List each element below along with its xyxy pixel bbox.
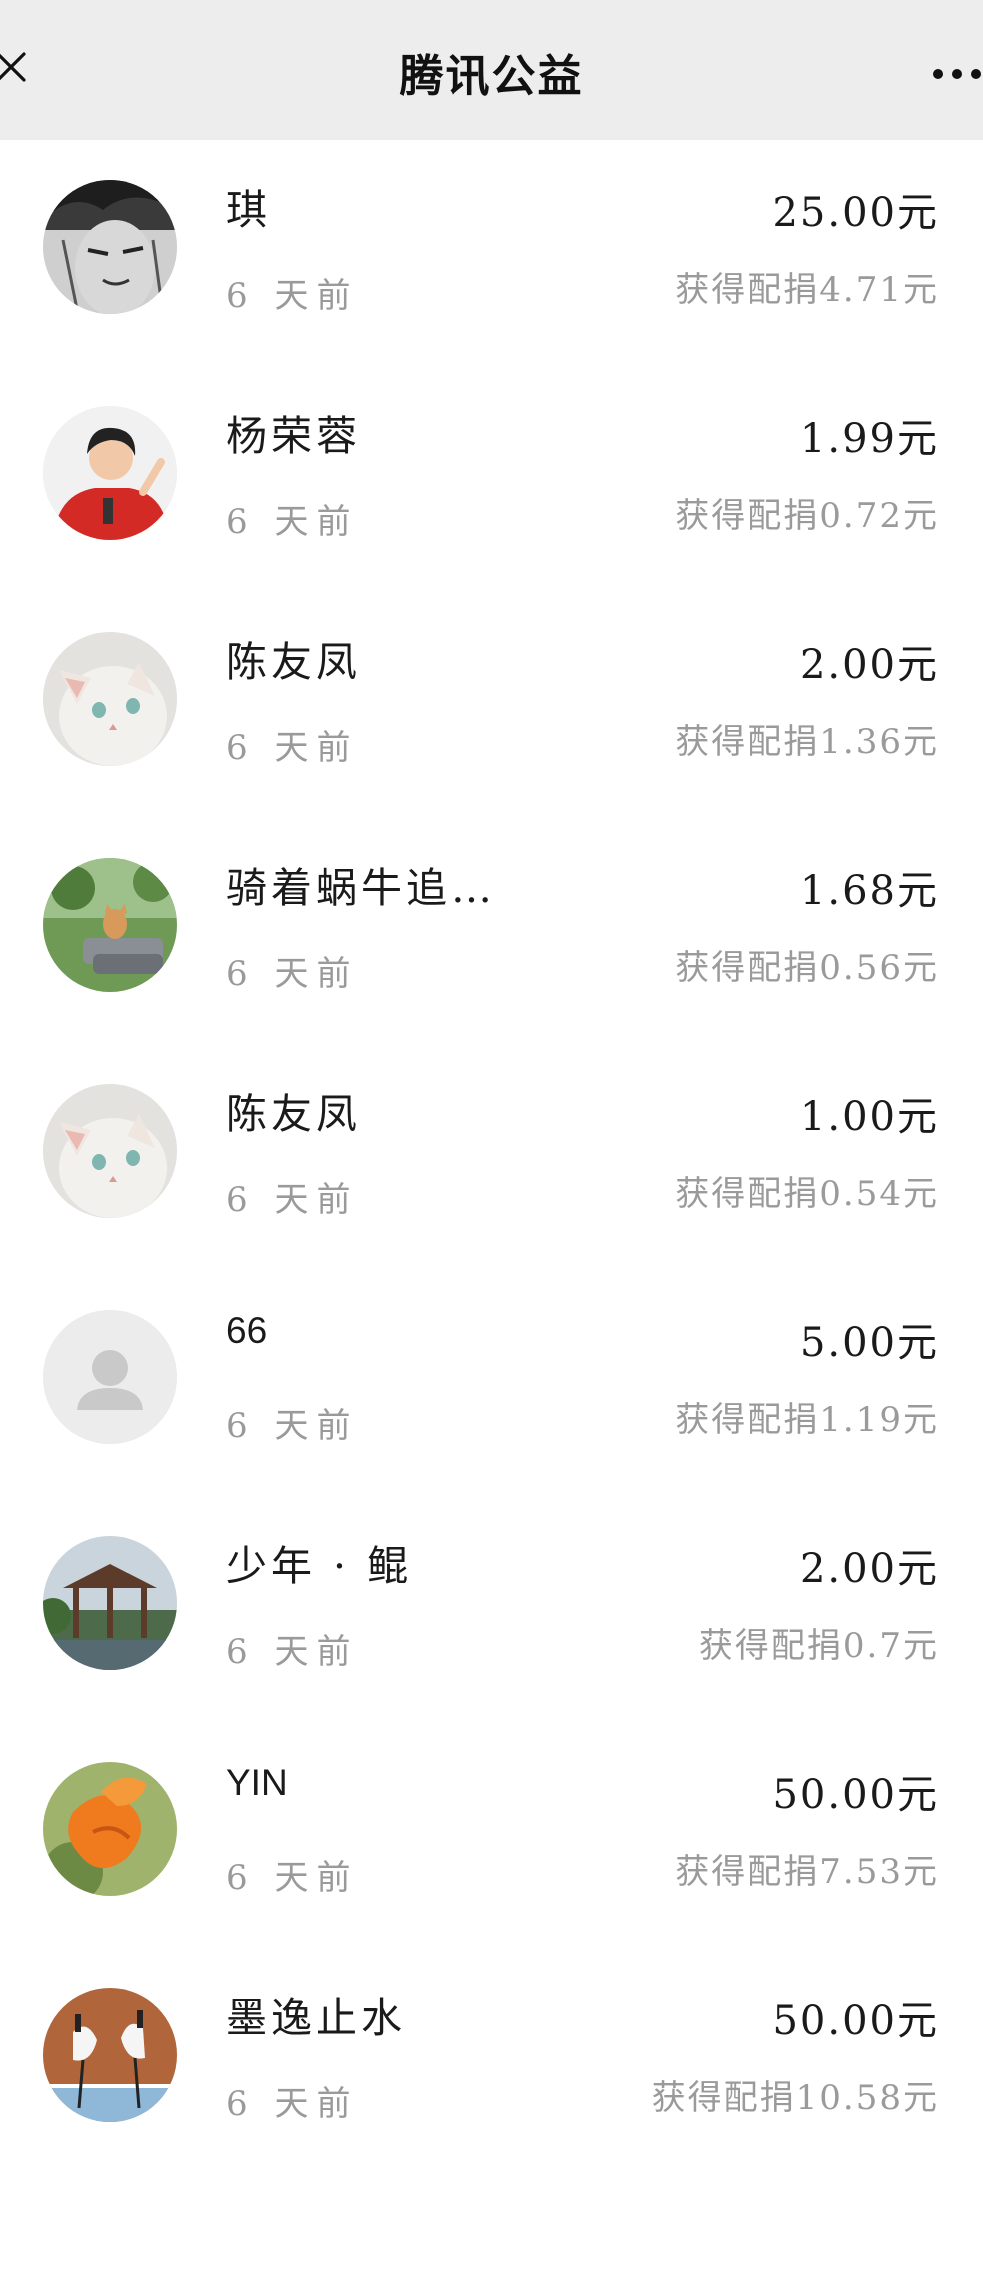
donation-amount: 1.99元 (799, 416, 939, 462)
donation-time: 6 天前 (226, 502, 359, 542)
donor-name: 墨逸止水 (226, 1994, 406, 2042)
donation-amount: 2.00元 (799, 642, 939, 688)
donation-amount: 1.68元 (799, 868, 939, 914)
matched-donation: 获得配捐7.53元 (675, 1852, 939, 1892)
default-user-icon (43, 1310, 177, 1444)
donation-row[interactable]: 杨荣蓉 6 天前 1.99元 获得配捐0.72元 (0, 366, 983, 592)
donation-time: 6 天前 (226, 1632, 359, 1672)
donation-row[interactable]: 少年 · 鲲 6 天前 2.00元 获得配捐0.7元 (0, 1496, 983, 1722)
avatar[interactable] (43, 1988, 177, 2122)
avatar[interactable] (43, 406, 177, 540)
donation-time: 6 天前 (226, 1180, 359, 1220)
matched-donation: 获得配捐4.71元 (675, 270, 939, 310)
avatar[interactable] (43, 1310, 177, 1444)
matched-donation: 获得配捐0.72元 (675, 496, 939, 536)
matched-donation: 获得配捐1.36元 (675, 722, 939, 762)
avatar[interactable] (43, 1536, 177, 1670)
donation-row[interactable]: YIN 6 天前 50.00元 获得配捐7.53元 (0, 1722, 983, 1948)
avatar[interactable] (43, 1762, 177, 1896)
avatar[interactable] (43, 632, 177, 766)
donation-amount: 2.00元 (799, 1546, 939, 1592)
donation-list: 琪 6 天前 25.00元 获得配捐4.71元 杨荣蓉 6 天前 1.99元 获… (0, 140, 983, 2174)
donation-row[interactable]: 66 6 天前 5.00元 获得配捐1.19元 (0, 1270, 983, 1496)
avatar[interactable] (43, 858, 177, 992)
donor-name: 66 (226, 1310, 268, 1351)
donation-time: 6 天前 (226, 954, 359, 994)
donation-time: 6 天前 (226, 1858, 359, 1898)
donation-time: 6 天前 (226, 276, 359, 316)
more-icon[interactable] (931, 68, 983, 80)
matched-donation: 获得配捐0.7元 (698, 1626, 939, 1666)
donation-amount: 50.00元 (772, 1772, 939, 1818)
donation-time: 6 天前 (226, 1406, 359, 1446)
donation-amount: 25.00元 (772, 190, 939, 236)
donation-time: 6 天前 (226, 2084, 359, 2124)
donation-amount: 5.00元 (799, 1320, 939, 1366)
donation-amount: 1.00元 (799, 1094, 939, 1140)
matched-donation: 获得配捐0.54元 (675, 1174, 939, 1214)
nav-bar: 腾讯公益 (0, 0, 983, 140)
page-title: 腾讯公益 (399, 51, 584, 102)
donation-amount: 50.00元 (772, 1998, 939, 2044)
donor-name: 杨荣蓉 (226, 412, 361, 460)
donor-name: 骑着蜗牛追… (226, 864, 496, 912)
donation-row[interactable]: 墨逸止水 6 天前 50.00元 获得配捐10.58元 (0, 1948, 983, 2174)
matched-donation: 获得配捐10.58元 (651, 2078, 939, 2118)
donor-name: 陈友凤 (226, 1090, 361, 1138)
donor-name: 少年 · 鲲 (226, 1542, 413, 1590)
matched-donation: 获得配捐1.19元 (675, 1400, 939, 1440)
avatar[interactable] (43, 180, 177, 314)
donation-row[interactable]: 陈友凤 6 天前 1.00元 获得配捐0.54元 (0, 1044, 983, 1270)
donor-name: 陈友凤 (226, 638, 361, 686)
donation-row[interactable]: 陈友凤 6 天前 2.00元 获得配捐1.36元 (0, 592, 983, 818)
avatar[interactable] (43, 1084, 177, 1218)
donation-time: 6 天前 (226, 728, 359, 768)
matched-donation: 获得配捐0.56元 (675, 948, 939, 988)
donor-name: 琪 (226, 186, 271, 234)
donor-name: YIN (226, 1762, 288, 1803)
donation-row[interactable]: 骑着蜗牛追… 6 天前 1.68元 获得配捐0.56元 (0, 818, 983, 1044)
donation-row[interactable]: 琪 6 天前 25.00元 获得配捐4.71元 (0, 140, 983, 366)
